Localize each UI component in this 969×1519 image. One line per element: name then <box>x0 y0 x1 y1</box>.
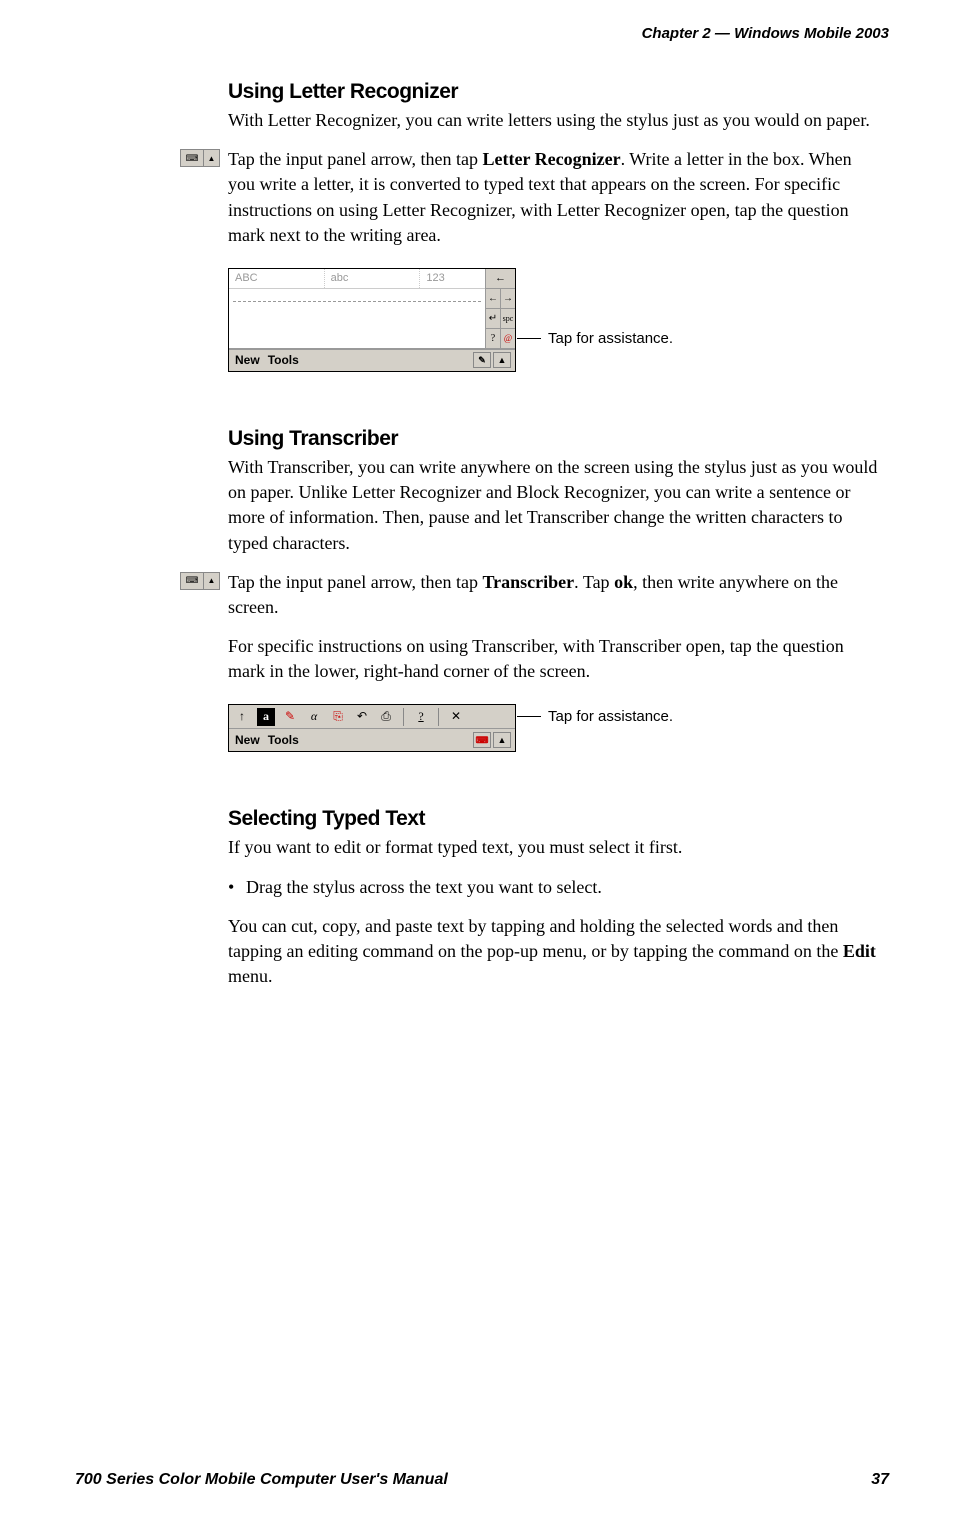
callout-line-2 <box>517 716 541 717</box>
keyboard-icon: ⌨ <box>180 572 204 590</box>
tr-tools-label: Tools <box>268 733 299 747</box>
arrow-right-icon: → <box>501 289 515 308</box>
separator <box>403 708 404 726</box>
copy-icon: ⎙ <box>377 708 395 726</box>
lr-guide-line <box>233 301 481 302</box>
backspace-icon: ← <box>485 269 515 289</box>
bullet-item: • Drag the stylus across the text you wa… <box>228 875 879 900</box>
tr-footer: New Tools ⌨ ▲ <box>229 729 515 751</box>
section-heading-selecting-text: Selecting Typed Text <box>228 807 879 831</box>
lr-new-label: New <box>235 353 260 367</box>
keyboard-icon: ⌨ <box>180 149 204 167</box>
tr-toolbar: ↑ a ✎ α ⎘ ↶ ⎙ ? ✕ <box>229 705 515 729</box>
instruction-with-icon-2: ⌨ ▲ Tap the input panel arrow, then tap … <box>228 570 879 620</box>
shift-icon: ↑ <box>233 708 251 726</box>
intro-text-1: With Letter Recognizer, you can write le… <box>228 108 879 133</box>
instruction-text-1: Tap the input panel arrow, then tap Lett… <box>228 147 879 248</box>
arrow-up-icon: ▲ <box>204 149 220 167</box>
help-icon: ? <box>412 708 430 726</box>
page-footer: 700 Series Color Mobile Computer User's … <box>75 1471 889 1489</box>
book-icon: ⎘ <box>329 708 347 726</box>
alpha-icon: α <box>305 708 323 726</box>
running-header: Chapter 2 — Windows Mobile 2003 <box>642 25 889 42</box>
intro-text-2: With Transcriber, you can write anywhere… <box>228 455 879 556</box>
arrow-up-icon: ▲ <box>204 572 220 590</box>
input-panel-icon: ⌨ ▲ <box>180 149 220 167</box>
transcriber-panel: ↑ a ✎ α ⎘ ↶ ⎙ ? ✕ New Tools ⌨ ▲ <box>228 704 516 752</box>
header-text: Chapter 2 — Windows Mobile 2003 <box>642 25 889 42</box>
section-heading-letter-recognizer: Using Letter Recognizer <box>228 80 879 104</box>
lr-writing-area <box>229 289 485 349</box>
help-icon: ? <box>486 329 501 348</box>
letter-recognizer-panel: ABC abc 123 ← ← → ↵ spc ? @ <box>228 268 516 372</box>
keyboard-icon: ⌨ <box>473 732 491 748</box>
callout-text-1: Tap for assistance. <box>548 330 673 347</box>
instruction-text-2: Tap the input panel arrow, then tap Tran… <box>228 570 879 620</box>
bullet-text: Drag the stylus across the text you want… <box>246 875 602 900</box>
at-icon: @ <box>501 329 515 348</box>
lr-tab-abc-lower: abc <box>325 269 421 288</box>
manual-title: 700 Series Color Mobile Computer User's … <box>75 1471 448 1489</box>
lr-tools-label: Tools <box>268 353 299 367</box>
bullet-dot: • <box>228 875 246 900</box>
intro-text-3: If you want to edit or format typed text… <box>228 835 879 860</box>
lr-side-buttons: ← ← → ↵ spc ? @ <box>485 269 515 349</box>
close-icon: ✕ <box>447 708 465 726</box>
enter-icon: ↵ <box>486 309 501 328</box>
pencil-icon: ✎ <box>473 352 491 368</box>
page-content: Using Letter Recognizer With Letter Reco… <box>228 80 879 1003</box>
figure-transcriber: ↑ a ✎ α ⎘ ↶ ⎙ ? ✕ New Tools ⌨ ▲ <box>228 704 879 752</box>
callout-text-2: Tap for assistance. <box>548 708 673 725</box>
para-transcriber-help: For specific instructions on using Trans… <box>228 634 879 684</box>
pen-icon: ✎ <box>281 708 299 726</box>
arrow-up-icon: ▲ <box>493 352 511 368</box>
section-heading-transcriber: Using Transcriber <box>228 427 879 451</box>
letter-a-icon: a <box>257 708 275 726</box>
space-label: spc <box>501 309 515 328</box>
input-panel-icon: ⌨ ▲ <box>180 572 220 590</box>
page-number: 37 <box>871 1471 889 1489</box>
lr-tab-abc-upper: ABC <box>229 269 325 288</box>
tr-new-label: New <box>235 733 260 747</box>
para-edit-menu: You can cut, copy, and paste text by tap… <box>228 914 879 990</box>
instruction-with-icon-1: ⌨ ▲ Tap the input panel arrow, then tap … <box>228 147 879 248</box>
undo-icon: ↶ <box>353 708 371 726</box>
arrow-up-icon: ▲ <box>493 732 511 748</box>
lr-footer: New Tools ✎ ▲ <box>229 349 515 371</box>
figure-letter-recognizer: ABC abc 123 ← ← → ↵ spc ? @ <box>228 268 879 372</box>
arrow-left-icon: ← <box>486 289 501 308</box>
callout-line-1 <box>517 338 541 339</box>
lr-header: ABC abc 123 <box>229 269 515 289</box>
separator <box>438 708 439 726</box>
